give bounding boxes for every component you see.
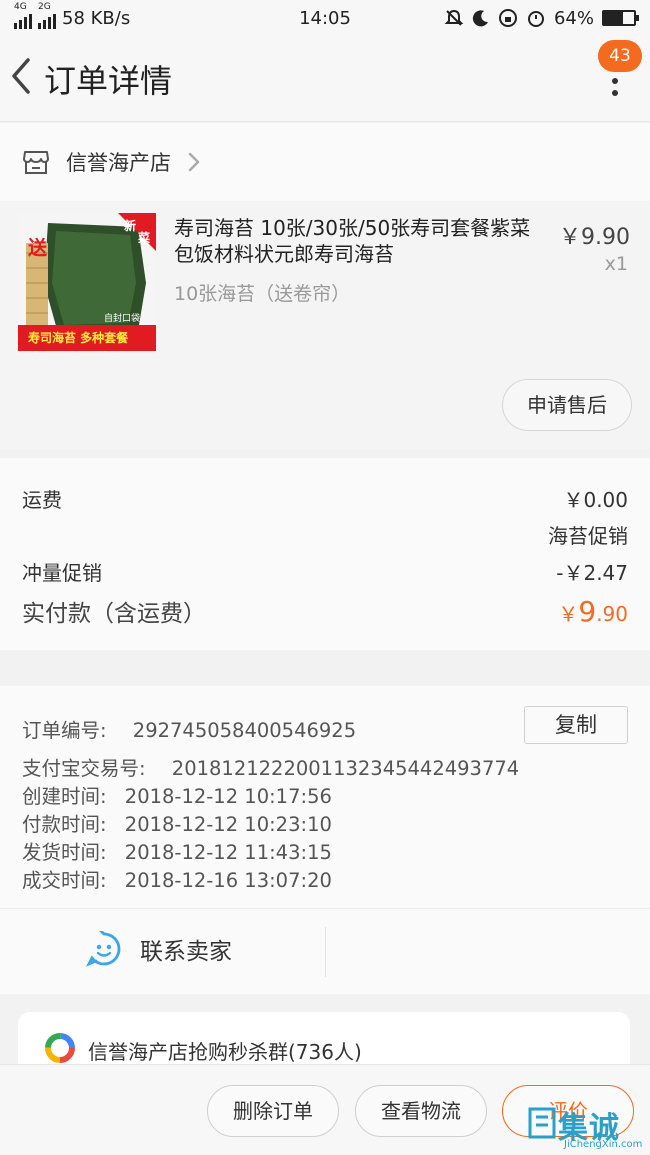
promo-name: 海苔促销 — [548, 524, 628, 548]
paid-dec: .90 — [596, 602, 628, 626]
group-logo-icon — [45, 1033, 75, 1063]
shipping-value: ￥0.00 — [563, 488, 628, 512]
contact-seller-label: 联系卖家 — [140, 939, 232, 965]
product-thumbnail[interactable]: 送 新 菜 自封口袋 寿司海苔 多种套餐 — [18, 213, 156, 351]
store-icon — [23, 151, 49, 174]
cost-summary: 运费 ￥0.00 海苔促销 冲量促销 -￥2.47 实付款（含运费） ￥9.90 — [0, 458, 650, 650]
bottom-action-bar: 删除订单 查看物流 评价 集诚信 JiChengXin.com — [0, 1064, 650, 1155]
product-title[interactable]: 寿司海苔 10张/30张/50张寿司套餐紫菜包饭材料状元郎寿司海苔 — [174, 215, 534, 267]
more-dot-icon — [612, 90, 618, 96]
paid-row: 实付款（含运费） ￥9.90 — [22, 594, 628, 628]
paid-time-label: 付款时间: — [22, 813, 107, 836]
created-label: 创建时间: — [22, 785, 107, 808]
copy-button[interactable]: 复制 — [524, 706, 628, 744]
network-speed: 58 KB/s — [62, 7, 131, 29]
created-time: 2018-12-12 10:17:56 — [124, 785, 332, 808]
signal-2-icon: 2G — [38, 3, 56, 29]
discount-row: 冲量促销 -￥2.47 — [22, 557, 628, 586]
network-4g-label: 4G — [14, 2, 27, 12]
order-number-row: 订单编号: 292745058400546925 — [22, 714, 356, 743]
delete-order-button[interactable]: 删除订单 — [207, 1085, 339, 1137]
discount-label: 冲量促销 — [22, 561, 102, 585]
created-row: 创建时间: 2018-12-12 10:17:56 — [22, 780, 332, 809]
dish-label: 菜 — [138, 231, 151, 245]
paid-amount: ￥9.90 — [558, 595, 628, 628]
back-button[interactable] — [6, 54, 46, 98]
notification-badge[interactable]: 43 — [598, 40, 642, 72]
chevron-left-icon — [12, 58, 30, 94]
product-quantity: x1 — [604, 253, 628, 275]
alipay-label: 支付宝交易号: — [22, 757, 146, 780]
paid-label: 实付款（含运费） — [22, 601, 206, 627]
shipped-row: 发货时间: 2018-12-12 11:43:15 — [22, 836, 332, 865]
after-sale-button[interactable]: 申请售后 — [502, 379, 632, 431]
watermark: 集诚信 JiChengXin.com — [528, 1103, 646, 1155]
shipped-label: 发货时间: — [22, 841, 107, 864]
product-price: ￥9.90 — [559, 225, 630, 250]
app-header: 订单详情 43 — [0, 36, 650, 122]
closed-time: 2018-12-16 13:07:20 — [124, 869, 332, 892]
shipped-time: 2018-12-12 11:43:15 — [124, 841, 332, 864]
order-number[interactable]: 292745058400546925 — [133, 719, 356, 742]
rotation-lock-icon — [498, 9, 517, 27]
silent-icon — [444, 9, 464, 26]
paid-time: 2018-12-12 10:23:10 — [124, 813, 332, 836]
clock: 14:05 — [299, 7, 351, 29]
group-name: 信誉海产店抢购秒杀群(736人) — [88, 1040, 362, 1064]
shipping-row: 运费 ￥0.00 — [22, 484, 628, 513]
divider — [325, 927, 326, 977]
new-label: 新 — [124, 219, 137, 233]
watermark-logo-icon — [528, 1107, 556, 1139]
product-card: 送 新 菜 自封口袋 寿司海苔 多种套餐 寿司海苔 10张/30张/50张寿司套… — [0, 201, 650, 449]
battery-level — [604, 12, 624, 24]
closed-label: 成交时间: — [22, 869, 107, 892]
closed-row: 成交时间: 2018-12-16 13:07:20 — [22, 864, 332, 893]
battery-percent: 64% — [553, 7, 594, 29]
bag-label: 自封口袋 — [104, 314, 141, 324]
shipping-label: 运费 — [22, 488, 62, 512]
more-dot-icon — [612, 78, 618, 84]
alipay-row: 支付宝交易号: 2018121222001132345442493774 — [22, 752, 519, 781]
watermark-url: JiChengXin.com — [564, 1139, 643, 1150]
promo-row: 海苔促销 — [22, 520, 628, 549]
gift-label: 送 — [28, 237, 48, 259]
paid-int: 9 — [578, 595, 597, 628]
chevron-right-icon — [188, 152, 200, 172]
alarm-icon — [527, 11, 544, 27]
page-title: 订单详情 — [44, 62, 173, 100]
contact-bar: 联系卖家 — [0, 908, 650, 994]
alipay-number: 2018121222001132345442493774 — [171, 757, 520, 780]
store-row[interactable]: 信誉海产店 — [0, 123, 650, 201]
signal-1-icon: 4G — [14, 3, 32, 29]
chat-smile-icon — [86, 931, 121, 967]
discount-value: -￥2.47 — [556, 561, 628, 585]
status-bar: 4G 2G 58 KB/s 14:05 64% — [0, 0, 650, 36]
view-logistics-button[interactable]: 查看物流 — [355, 1085, 487, 1137]
contact-seller-button[interactable]: 联系卖家 — [86, 931, 232, 967]
paid-currency: ￥ — [558, 602, 579, 626]
order-number-label: 订单编号: — [22, 719, 107, 742]
paid-time-row: 付款时间: 2018-12-12 10:23:10 — [22, 808, 332, 837]
moon-icon — [472, 10, 488, 27]
store-name: 信誉海产店 — [66, 151, 171, 175]
more-menu-button[interactable] — [600, 66, 630, 106]
banner-label: 寿司海苔 多种套餐 — [28, 331, 129, 345]
order-info: 订单编号: 292745058400546925 复制 支付宝交易号: 2018… — [0, 686, 650, 908]
product-sku: 10张海苔（送卷帘） — [174, 283, 351, 305]
status-right: 64% — [436, 7, 639, 29]
network-2g-label: 2G — [38, 2, 51, 12]
battery-icon — [602, 10, 639, 26]
